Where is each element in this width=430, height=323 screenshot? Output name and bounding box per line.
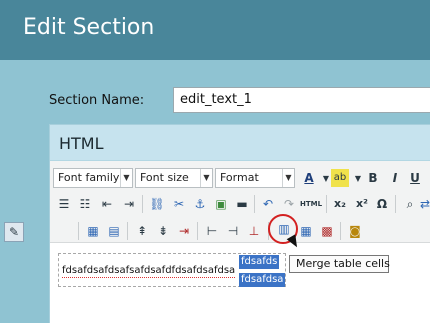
outdent-icon[interactable]: ⇤ — [98, 195, 116, 213]
delete-column-icon[interactable]: ⊥ — [245, 222, 263, 240]
special-character-icon[interactable]: Ω — [373, 195, 391, 213]
panel-title: HTML — [59, 134, 104, 153]
visual-aid-toggle[interactable]: ✎ — [4, 222, 24, 242]
format-select[interactable]: Format ▼ — [215, 168, 295, 188]
delete-row-icon[interactable]: ⇥ — [175, 222, 193, 240]
chevron-down-icon: ▼ — [200, 169, 212, 187]
split-cells-icon[interactable]: ▦ — [297, 222, 315, 240]
toolbar-divider — [78, 222, 79, 240]
underline-icon[interactable]: U — [406, 169, 424, 187]
selected-cell-top[interactable]: fdsafds — [239, 255, 280, 269]
link-icon[interactable]: ⛓ — [148, 195, 166, 213]
image-icon[interactable]: ▣ — [212, 195, 230, 213]
table-cell-text[interactable]: fdsafdsafdsafsafdsafdfdsafdsafdsa — [62, 265, 236, 278]
superscript-icon[interactable]: x² — [353, 195, 371, 213]
section-name-label: Section Name: — [49, 93, 145, 108]
toolbar-divider — [395, 195, 396, 213]
replace-icon[interactable]: ⇄ — [420, 195, 430, 213]
find-icon[interactable]: ⌕ — [401, 195, 419, 213]
bold-icon[interactable]: B — [364, 169, 382, 187]
redo-icon[interactable]: ↷ — [280, 195, 298, 213]
text-color-icon[interactable]: A — [300, 169, 318, 187]
toolbar-divider — [254, 195, 255, 213]
anchor-icon[interactable]: ⚓ — [191, 195, 209, 213]
highlight-color-icon[interactable]: ab — [331, 169, 349, 187]
toolbar-divider — [197, 222, 198, 240]
insert-column-after-icon[interactable]: ⊣ — [224, 222, 242, 240]
toolbar-divider — [340, 222, 341, 240]
font-size-select[interactable]: Font size ▼ — [135, 168, 213, 188]
section-name-input[interactable]: edit_text_1 — [173, 87, 430, 113]
panel-header: HTML — [50, 125, 430, 161]
subscript-icon[interactable]: x₂ — [331, 195, 349, 213]
format-label: Format — [220, 171, 259, 184]
tooltip: Merge table cells — [289, 255, 390, 273]
italic-icon[interactable]: I — [386, 169, 404, 187]
indent-icon[interactable]: ⇥ — [120, 195, 138, 213]
insert-row-after-icon[interactable]: ⇟ — [154, 222, 172, 240]
toolbar-divider — [127, 222, 128, 240]
table-properties-icon[interactable]: ▤ — [105, 222, 123, 240]
undo-icon[interactable]: ↶ — [259, 195, 277, 213]
font-size-label: Font size — [140, 171, 189, 184]
bullet-list-icon[interactable]: ☰ — [55, 195, 73, 213]
numbered-list-icon[interactable]: ☷ — [76, 195, 94, 213]
selected-cell-bottom[interactable]: fdsafdsa — [239, 273, 286, 287]
table-icon[interactable]: ▦ — [84, 222, 102, 240]
insert-row-before-icon[interactable]: ⇞ — [133, 222, 151, 240]
html-source-button[interactable]: HTML — [299, 195, 323, 213]
insert-media-icon[interactable]: ◙ — [346, 222, 364, 240]
visual-aid-icon: ✎ — [8, 225, 20, 239]
toolbar-divider — [142, 195, 143, 213]
title-bar: Edit Section — [0, 0, 430, 60]
chevron-down-icon: ▼ — [282, 169, 294, 187]
unlink-icon[interactable]: ✂ — [170, 195, 188, 213]
font-family-select[interactable]: Font family ▼ — [53, 168, 133, 188]
chevron-down-icon: ▼ — [120, 169, 132, 187]
font-family-label: Font family — [58, 171, 120, 184]
toolbar-divider — [326, 195, 327, 213]
insert-column-before-icon[interactable]: ⊢ — [203, 222, 221, 240]
cleanup-icon[interactable]: ▬ — [233, 195, 251, 213]
dialog-title: Edit Section — [23, 15, 155, 40]
delete-table-icon[interactable]: ▩ — [318, 222, 336, 240]
